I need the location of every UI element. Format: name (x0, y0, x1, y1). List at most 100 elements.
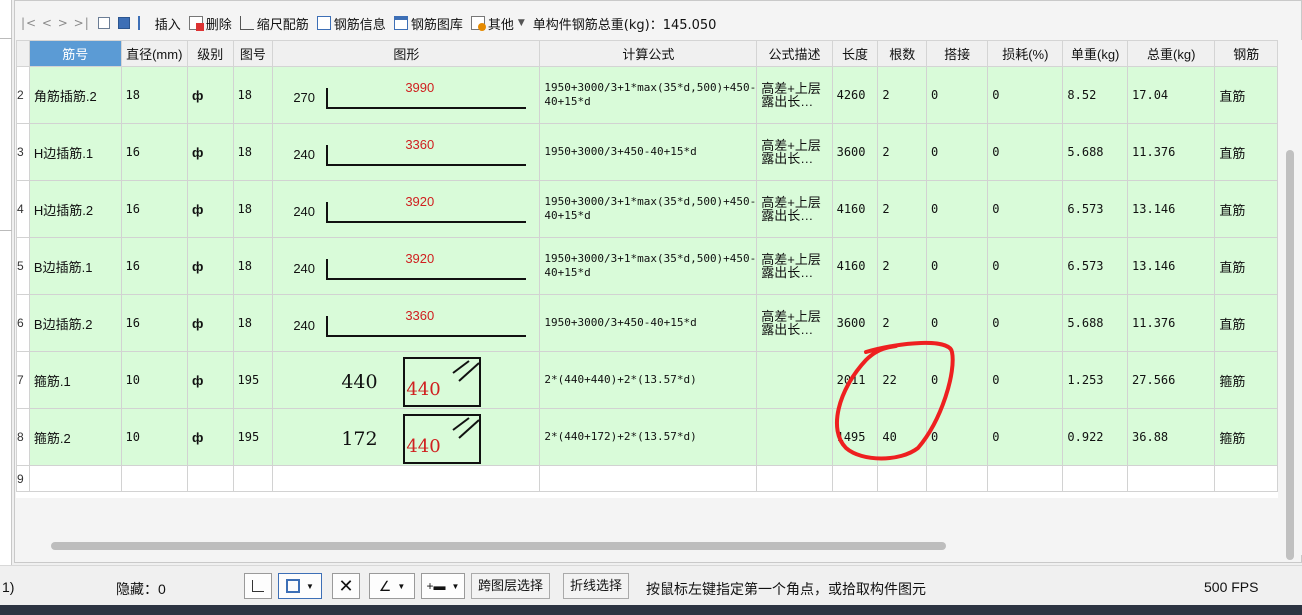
formula-cell[interactable]: 2*(440+440)+2*(13.57*d) (539, 351, 758, 409)
table-row[interactable]: 7 箍筋.1 10 ф 195 440 440 2*(440+440)+2*(13.57*d)… (16, 351, 1278, 409)
rebar-name-cell[interactable]: B边插筋.1 (28, 237, 122, 295)
shape-cell[interactable]: 240 3360 (272, 294, 541, 352)
grade-cell[interactable]: ф (186, 66, 234, 124)
grade-cell[interactable]: ф (186, 237, 234, 295)
column-header-total-weight[interactable]: 总重(kg) (1127, 40, 1216, 67)
rebar-name-cell[interactable]: 箍筋.2 (28, 408, 122, 466)
rebar-type-cell[interactable]: 直筋 (1214, 237, 1278, 295)
column-header-figure-no[interactable]: 图号 (232, 40, 274, 67)
lap-cell[interactable]: 0 (925, 180, 989, 238)
formula-cell[interactable]: 2*(440+172)+2*(13.57*d) (539, 408, 758, 466)
diameter-cell[interactable]: 10 (120, 408, 188, 466)
rebar-type-cell[interactable]: 直筋 (1214, 180, 1278, 238)
offset-dropdown[interactable]: +▬ ▼ (421, 573, 465, 599)
shape-cell[interactable]: 240 3920 (272, 237, 541, 295)
column-header-formula-desc[interactable]: 公式描述 (756, 40, 833, 67)
empty-cell[interactable] (272, 465, 541, 492)
loss-cell[interactable]: 0 (987, 351, 1064, 409)
table-row[interactable]: 6 B边插筋.2 16 ф 18 240 3360 1950+3000/3+450-40+15… (16, 294, 1278, 352)
loss-cell[interactable]: 0 (987, 408, 1064, 466)
figure-no-cell[interactable]: 18 (232, 123, 274, 181)
column-header-grade[interactable]: 级别 (186, 40, 234, 67)
empty-cell[interactable] (539, 465, 758, 492)
loss-cell[interactable]: 0 (987, 294, 1064, 352)
diameter-cell[interactable]: 16 (120, 180, 188, 238)
unit-weight-cell[interactable]: 8.52 (1062, 66, 1129, 124)
grade-cell[interactable]: ф (186, 180, 234, 238)
column-header-loss[interactable]: 损耗(%) (987, 40, 1064, 67)
diameter-cell[interactable]: 16 (120, 294, 188, 352)
diameter-cell[interactable]: 18 (120, 66, 188, 124)
loss-cell[interactable]: 0 (987, 180, 1064, 238)
unit-weight-cell[interactable]: 5.688 (1062, 123, 1129, 181)
table-row[interactable]: 2 角筋插筋.2 18 ф 18 270 3990 1950+3000/3+1*max(35*… (16, 66, 1278, 124)
empty-cell[interactable] (987, 465, 1064, 492)
rebar-type-cell[interactable]: 箍筋 (1214, 351, 1278, 409)
scale-rebar-button[interactable]: 缩尺配筋 (239, 14, 309, 33)
rebar-name-cell[interactable]: H边插筋.2 (28, 180, 122, 238)
formula-cell[interactable]: 1950+3000/3+450-40+15*d (539, 123, 758, 181)
diameter-cell[interactable]: 16 (120, 237, 188, 295)
column-header-length[interactable]: 长度 (831, 40, 879, 67)
grade-cell[interactable]: ф (186, 351, 234, 409)
unit-weight-cell[interactable]: 0.922 (1062, 408, 1129, 466)
figure-no-cell[interactable]: 18 (232, 66, 274, 124)
total-weight-cell[interactable]: 11.376 (1127, 294, 1216, 352)
column-header-formula[interactable]: 计算公式 (539, 40, 758, 67)
grade-cell[interactable]: ф (186, 123, 234, 181)
rebar-type-cell[interactable]: 箍筋 (1214, 408, 1278, 466)
table-row[interactable]: 5 B边插筋.1 16 ф 18 240 3920 1950+3000/3+1*max(35*… (16, 237, 1278, 295)
empty-cell[interactable] (877, 465, 927, 492)
column-header-count[interactable]: 根数 (877, 40, 927, 67)
table-row[interactable]: 8 箍筋.2 10 ф 195 172 440 2*(440+172)+2*(13.57*d)… (16, 408, 1278, 466)
table-row[interactable]: 3 H边插筋.1 16 ф 18 240 3360 1950+3000/3+450-40+15… (16, 123, 1278, 181)
length-cell[interactable]: 1495 (831, 408, 879, 466)
total-weight-cell[interactable]: 13.146 (1127, 180, 1216, 238)
grade-cell[interactable]: ф (186, 294, 234, 352)
empty-cell[interactable] (1214, 465, 1278, 492)
rebar-type-cell[interactable]: 直筋 (1214, 66, 1278, 124)
formula-desc-cell[interactable] (756, 351, 833, 409)
empty-cell[interactable] (28, 465, 122, 492)
vertical-scrollbar[interactable] (1278, 40, 1302, 560)
diameter-cell[interactable]: 16 (120, 123, 188, 181)
unit-weight-cell[interactable]: 1.253 (1062, 351, 1129, 409)
length-cell[interactable]: 4160 (831, 180, 879, 238)
lap-cell[interactable]: 0 (925, 237, 989, 295)
loss-cell[interactable]: 0 (987, 237, 1064, 295)
loss-cell[interactable]: 0 (987, 66, 1064, 124)
figure-no-cell[interactable]: 195 (232, 351, 274, 409)
unit-weight-cell[interactable]: 6.573 (1062, 237, 1129, 295)
box-select-dropdown[interactable]: ▼ (278, 573, 322, 599)
length-cell[interactable]: 3600 (831, 123, 879, 181)
shape-cell[interactable]: 240 3920 (272, 180, 541, 238)
lap-cell[interactable]: 0 (925, 294, 989, 352)
empty-cell[interactable] (1127, 465, 1216, 492)
count-cell[interactable]: 2 (877, 180, 927, 238)
length-cell[interactable]: 2011 (831, 351, 879, 409)
total-weight-cell[interactable]: 11.376 (1127, 123, 1216, 181)
diameter-cell[interactable]: 10 (120, 351, 188, 409)
lap-cell[interactable]: 0 (925, 408, 989, 466)
rebar-name-cell[interactable]: 角筋插筋.2 (28, 66, 122, 124)
column-header-diameter[interactable]: 直径(mm) (120, 40, 188, 67)
count-cell[interactable]: 2 (877, 294, 927, 352)
rebar-name-cell[interactable]: 箍筋.1 (28, 351, 122, 409)
move-down-button[interactable] (117, 17, 130, 29)
lap-cell[interactable]: 0 (925, 66, 989, 124)
empty-cell[interactable] (756, 465, 833, 492)
rebar-name-cell[interactable]: B边插筋.2 (28, 294, 122, 352)
insert-button[interactable]: 插入 (137, 14, 181, 33)
lap-cell[interactable]: 0 (925, 351, 989, 409)
record-navigation[interactable]: |< < > >| (21, 16, 90, 30)
length-cell[interactable]: 4260 (831, 66, 879, 124)
polyline-select-button[interactable]: 折线选择 (563, 573, 630, 599)
delete-button[interactable]: 删除 (188, 14, 232, 33)
rebar-grid[interactable]: 筋号 直径(mm) 级别 图号 图形 计算公式 公式描述 长度 根数 搭接 损耗(%) 单重(kg) 总… (16, 40, 1278, 498)
rebar-info-button[interactable]: 钢筋信息 (316, 14, 386, 33)
angle-dropdown[interactable]: ∠ ▼ (369, 573, 415, 599)
rebar-type-cell[interactable]: 直筋 (1214, 294, 1278, 352)
figure-no-cell[interactable]: 18 (232, 237, 274, 295)
orthogonal-mode-button[interactable] (244, 573, 272, 599)
rebar-name-cell[interactable]: H边插筋.1 (28, 123, 122, 181)
